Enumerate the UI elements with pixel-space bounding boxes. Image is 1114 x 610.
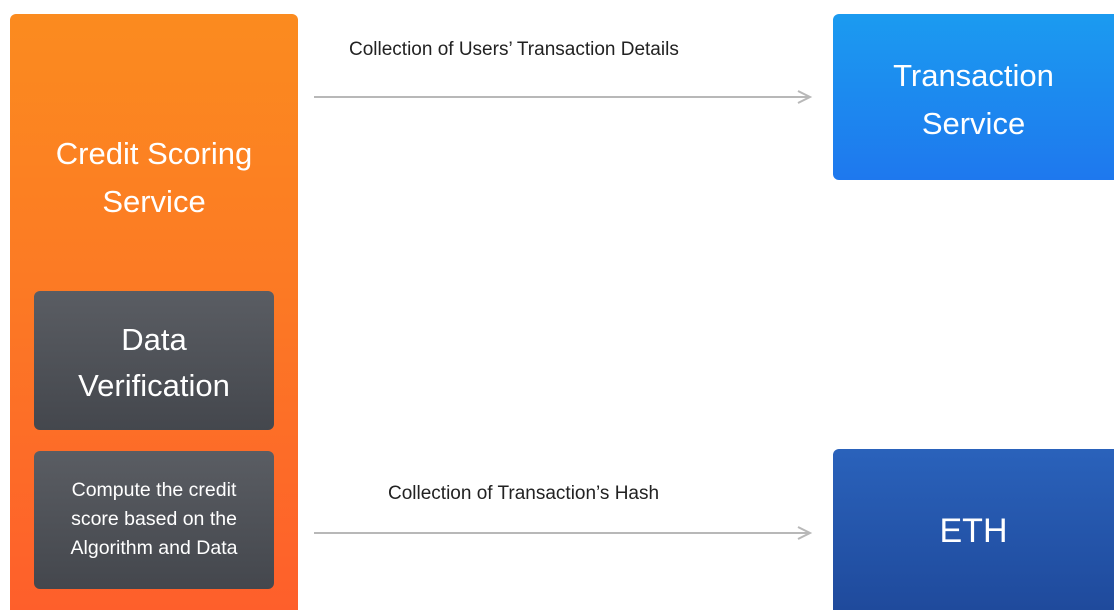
top-arrow-label: Collection of Users’ Transaction Details	[349, 39, 679, 60]
transaction-service-line1: Transaction	[893, 58, 1054, 93]
top-arrow	[314, 90, 813, 104]
bottom-arrow-head-icon	[797, 526, 813, 540]
compute-line2: score based on the	[71, 508, 237, 530]
credit-title-line2: Service	[102, 184, 206, 219]
credit-title-line1: Credit Scoring	[55, 136, 253, 171]
diagram-canvas: Credit Scoring Service Data Verification…	[0, 0, 1114, 610]
credit-scoring-service-panel: Credit Scoring Service Data Verification…	[10, 14, 298, 610]
eth-box: ETH	[833, 449, 1114, 610]
eth-label: ETH	[939, 512, 1008, 550]
data-verification-line2: Verification	[78, 368, 230, 403]
data-verification-box: Data Verification	[34, 291, 274, 430]
top-arrow-head-icon	[797, 90, 813, 104]
data-verification-line1: Data	[121, 322, 187, 357]
credit-scoring-service-title: Credit Scoring Service	[10, 130, 298, 226]
transaction-service-line2: Service	[921, 106, 1026, 141]
bottom-arrow	[314, 526, 813, 540]
compute-credit-score-box: Compute the credit score based on the Al…	[34, 451, 274, 589]
transaction-service-box: Transaction Service	[833, 14, 1114, 180]
compute-line1: Compute the credit	[71, 479, 237, 501]
bottom-arrow-label: Collection of Transaction’s Hash	[388, 483, 660, 504]
compute-line3: Algorithm and Data	[70, 537, 238, 559]
